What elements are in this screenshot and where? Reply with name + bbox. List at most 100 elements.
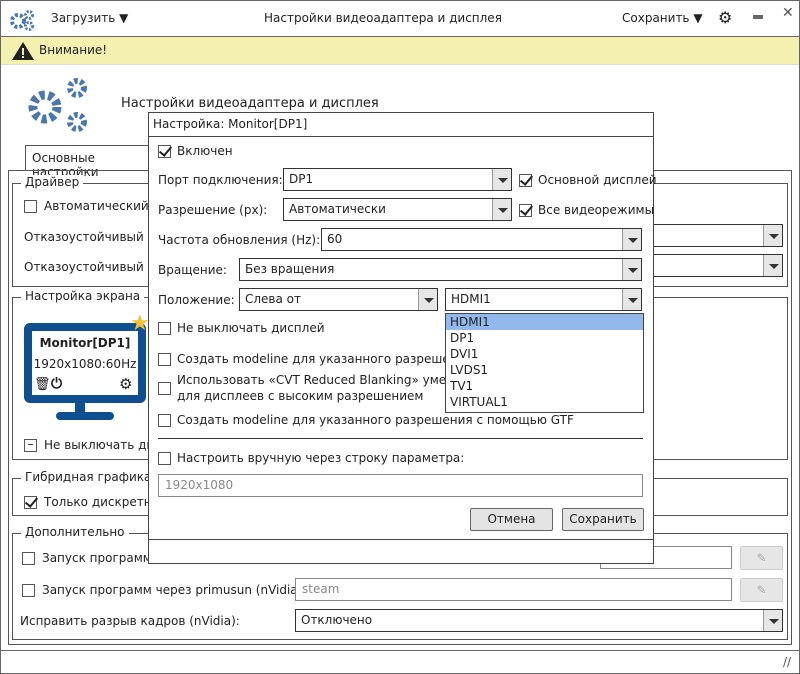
warning-text: Внимание! xyxy=(39,43,108,57)
monitor-base xyxy=(56,412,114,420)
primary-display-label: Основной дисплей xyxy=(538,173,657,187)
rotation-value: Без вращения xyxy=(245,262,335,276)
edit-run1-button[interactable]: ✎ xyxy=(740,546,783,570)
dropdown-option[interactable]: DVI1 xyxy=(446,346,643,362)
chevron-down-icon xyxy=(418,289,437,310)
edit-run2-button[interactable]: ✎ xyxy=(740,578,783,602)
refresh-rate-select[interactable]: 60 xyxy=(321,228,642,251)
chevron-down-icon xyxy=(622,229,641,250)
chevron-down-icon xyxy=(763,225,782,246)
gear-icon[interactable]: ⚙ xyxy=(718,8,732,27)
minimize-icon[interactable] xyxy=(753,15,763,19)
dialog-footer-divider xyxy=(149,539,653,540)
tearing-label: Исправить разрыв кадров (nVidia): xyxy=(20,614,240,628)
status-divider xyxy=(1,650,799,651)
chevron-down-icon xyxy=(763,255,782,276)
modeline-label: Создать modeline для указанного разрешен… xyxy=(177,352,473,366)
dropdown-option[interactable]: TV1 xyxy=(446,378,643,394)
resolution-value: Автоматически xyxy=(289,202,386,216)
save-menu[interactable]: Сохранить ▼ xyxy=(622,11,703,25)
titlebar: Загрузить ▼ Настройки видеоадаптера и ди… xyxy=(1,1,799,37)
keep-on-label: Не выключать ди xyxy=(44,438,155,452)
power-icon[interactable]: ⏻ xyxy=(51,376,62,392)
rotation-select[interactable]: Без вращения xyxy=(239,258,642,281)
resolution-label: Разрешение (px): xyxy=(158,203,268,217)
refresh-rate-label: Частота обновления (Hz): xyxy=(158,233,321,247)
monitor-name: Monitor[DP1] xyxy=(39,336,131,350)
position-target-dropdown: HDMI1 DP1 DVI1 LVDS1 TV1 VIRTUAL1 xyxy=(445,313,644,413)
dialog-title: Настройка: Monitor[DP1] xyxy=(153,117,308,131)
port-select[interactable]: DP1 xyxy=(283,168,512,191)
cvt-checkbox[interactable] xyxy=(158,382,171,395)
window-title: Настройки видеоадаптера и дисплея xyxy=(264,11,502,25)
refresh-rate-value: 60 xyxy=(327,232,343,246)
chevron-down-icon xyxy=(492,169,511,190)
run2-label: Запуск программ через primusun (nVidia): xyxy=(42,583,307,597)
modeline-checkbox[interactable] xyxy=(158,353,171,366)
run1-label: Запуск программ ч xyxy=(42,551,163,565)
run2-checkbox[interactable] xyxy=(22,584,35,597)
run1-checkbox[interactable] xyxy=(22,552,35,565)
tearing-select[interactable]: Отключено xyxy=(295,609,783,632)
save-label: Сохранить xyxy=(622,11,690,25)
dropdown-option[interactable]: DP1 xyxy=(446,330,643,346)
warning-icon xyxy=(12,42,34,60)
discrete-only-checkbox[interactable] xyxy=(24,496,37,509)
discrete-only-label: Только дискретно xyxy=(44,495,159,509)
position-label: Положение: xyxy=(158,293,235,307)
keep-display-on-checkbox[interactable] xyxy=(158,322,171,335)
all-modes-label: Все видеорежимы xyxy=(538,203,655,217)
all-modes-checkbox[interactable] xyxy=(519,204,532,217)
dialog-divider xyxy=(158,438,643,439)
run2-input[interactable]: steam xyxy=(295,578,732,601)
pencil-icon: ✎ xyxy=(756,551,767,565)
resolution-select[interactable]: Автоматически xyxy=(283,198,512,221)
tab-main-settings[interactable]: Основные настройки xyxy=(25,145,165,179)
extra-legend: Дополнительно xyxy=(21,525,129,539)
chevron-down-icon xyxy=(492,199,511,220)
dropdown-option[interactable]: VIRTUAL1 xyxy=(446,394,643,410)
hybrid-legend: Гибридная графика xyxy=(21,470,156,484)
fallback-driver-select[interactable] xyxy=(640,224,783,247)
chevron-down-icon: ▼ xyxy=(693,11,703,25)
position-value: Слева от xyxy=(245,292,302,306)
save-button[interactable]: Сохранить xyxy=(562,508,644,531)
tearing-value: Отключено xyxy=(301,613,373,627)
auto-driver-checkbox[interactable] xyxy=(24,200,37,213)
dropdown-option[interactable]: LVDS1 xyxy=(446,362,643,378)
dropdown-option[interactable]: HDMI1 xyxy=(446,314,643,330)
keep-display-on-label: Не выключать дисплей xyxy=(177,321,325,335)
dialog-title-divider xyxy=(149,136,653,137)
close-icon[interactable]: ✕ xyxy=(782,5,794,21)
screen-legend: Настройка экрана xyxy=(21,289,145,303)
gear-icon[interactable]: ⚙ xyxy=(119,375,132,393)
trash-icon[interactable]: 🗑 xyxy=(34,377,51,392)
monitor-card[interactable]: Monitor[DP1] 1920x1080:60Hz 🗑 ⏻ ⚙ ★ xyxy=(24,311,150,425)
chevron-down-icon xyxy=(763,610,782,631)
load-label: Загрузить xyxy=(51,11,116,25)
chevron-down-icon xyxy=(622,259,641,280)
load-menu[interactable]: Загрузить ▼ xyxy=(51,11,128,25)
position-select[interactable]: Слева от xyxy=(239,288,438,311)
keep-on-checkbox[interactable]: – xyxy=(24,438,37,452)
gtf-label: Создать modeline для указанного разрешен… xyxy=(177,413,574,427)
manual-input[interactable]: 1920x1080 xyxy=(158,474,643,497)
header-title: Настройки видеоадаптера и дисплея xyxy=(121,96,379,111)
gtf-checkbox[interactable] xyxy=(158,414,171,427)
warning-bar: Внимание! xyxy=(1,37,799,65)
cvt-label-line2: для дисплеев с высоким разрешением xyxy=(177,389,424,403)
cancel-button[interactable]: Отмена xyxy=(470,508,553,531)
enabled-checkbox[interactable] xyxy=(158,145,171,158)
fallback-driver-select-2[interactable] xyxy=(640,254,783,277)
star-icon: ★ xyxy=(130,311,150,336)
port-value: DP1 xyxy=(289,172,314,186)
port-label: Порт подключения: xyxy=(158,173,283,187)
position-target-select[interactable]: HDMI1 xyxy=(445,288,642,311)
resize-grip-icon[interactable]: // xyxy=(783,655,791,669)
driver-legend: Драйвер xyxy=(21,175,84,189)
manual-label: Настроить вручную через строку параметра… xyxy=(177,451,465,465)
primary-display-checkbox[interactable] xyxy=(519,174,532,187)
manual-checkbox[interactable] xyxy=(158,452,171,465)
enabled-label: Включен xyxy=(177,144,233,158)
chevron-down-icon: ▼ xyxy=(119,11,129,25)
